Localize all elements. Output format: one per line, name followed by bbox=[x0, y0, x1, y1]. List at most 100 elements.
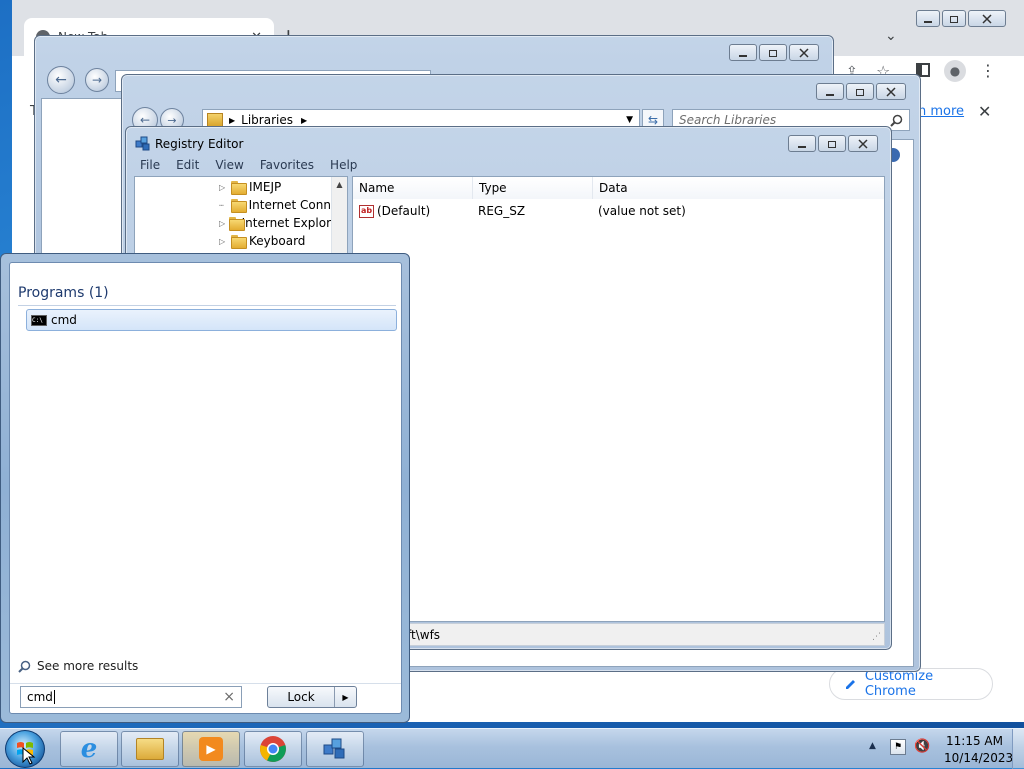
dismiss-banner-icon[interactable]: ✕ bbox=[978, 102, 991, 121]
search-icon bbox=[890, 114, 903, 127]
start-menu-results-pane: Programs (1) C:\ cmd See more results bbox=[9, 262, 402, 714]
expand-arrow-icon[interactable]: ▷ bbox=[219, 183, 227, 192]
explorer-minimize-button[interactable] bbox=[816, 83, 844, 100]
clock-time[interactable]: 11:15 AM bbox=[946, 734, 1003, 748]
breadcrumb-arrow-icon[interactable]: ▶ bbox=[301, 116, 307, 125]
explorer-restore-button[interactable] bbox=[846, 83, 874, 100]
learn-more-link[interactable]: n more bbox=[918, 104, 964, 119]
expand-arrow-icon[interactable]: ▷ bbox=[219, 237, 227, 246]
search-icon bbox=[18, 660, 31, 673]
registry-values-pane: Name Type Data ab (Default) REG_SZ (valu… bbox=[352, 176, 885, 622]
mouse-cursor-icon bbox=[22, 747, 36, 765]
close-icon bbox=[982, 13, 992, 24]
value-name: (Default) bbox=[377, 204, 431, 218]
command-prompt-icon: C:\ bbox=[31, 314, 47, 326]
explorer-back-back-button[interactable]: ← bbox=[47, 66, 75, 94]
registry-editor-title: Registry Editor bbox=[155, 137, 244, 151]
back-arrow-icon: ← bbox=[55, 72, 67, 88]
registry-editor-icon bbox=[135, 136, 150, 151]
folder-icon bbox=[231, 181, 247, 195]
close-icon bbox=[886, 86, 896, 97]
expand-arrow-icon[interactable]: ▷ bbox=[219, 219, 225, 228]
forward-arrow-icon: → bbox=[167, 113, 177, 127]
text-cursor bbox=[53, 690, 55, 704]
restore-icon bbox=[828, 140, 836, 148]
clear-search-button[interactable]: × bbox=[223, 689, 235, 705]
libraries-folder-icon bbox=[207, 113, 223, 127]
explorer-back-forward-button[interactable]: → bbox=[85, 68, 109, 92]
column-header-name[interactable]: Name bbox=[353, 177, 473, 199]
chrome-menu-icon[interactable]: ⋮ bbox=[980, 61, 996, 80]
search-placeholder: Search Libraries bbox=[679, 113, 777, 127]
close-icon bbox=[799, 47, 809, 58]
lock-button[interactable]: Lock ▶ bbox=[267, 686, 357, 708]
profile-avatar-icon[interactable]: ● bbox=[944, 60, 966, 82]
breadcrumb-arrow-icon[interactable]: ▶ bbox=[229, 116, 235, 125]
regedit-restore-button[interactable] bbox=[818, 135, 846, 152]
restore-icon bbox=[856, 88, 864, 96]
action-center-flag-icon[interactable]: ⚑ bbox=[890, 739, 906, 755]
see-more-results-label: See more results bbox=[37, 659, 139, 673]
start-search-value: cmd bbox=[27, 690, 53, 704]
menu-file[interactable]: File bbox=[132, 158, 168, 172]
taskbar-chrome[interactable] bbox=[244, 731, 302, 767]
regedit-caption-buttons bbox=[788, 135, 878, 152]
clock-date[interactable]: 10/14/2023 bbox=[944, 751, 1013, 765]
tab-search-chevron-icon[interactable]: ⌄ bbox=[885, 28, 897, 44]
breadcrumb-libraries[interactable]: Libraries bbox=[241, 113, 293, 127]
explorer-back-close-button[interactable] bbox=[789, 44, 819, 61]
chrome-minimize-button[interactable] bbox=[916, 10, 940, 27]
regedit-minimize-button[interactable] bbox=[788, 135, 816, 152]
menu-view[interactable]: View bbox=[207, 158, 251, 172]
tree-item-internet-explorer[interactable]: ▷ Internet Explor bbox=[219, 214, 331, 232]
tree-line-icon: ┄ bbox=[219, 200, 224, 210]
tree-item-label: Keyboard bbox=[249, 234, 306, 248]
chrome-close-button[interactable] bbox=[968, 10, 1006, 27]
explorer-back-restore-button[interactable] bbox=[759, 44, 787, 61]
column-header-label: Data bbox=[599, 181, 628, 195]
volume-muted-icon[interactable]: 🔇 bbox=[914, 739, 930, 754]
menu-favorites[interactable]: Favorites bbox=[252, 158, 322, 172]
address-dropdown-icon[interactable]: ▼ bbox=[626, 115, 633, 125]
minimize-icon bbox=[739, 54, 747, 57]
program-result-label: cmd bbox=[51, 313, 77, 327]
chrome-restore-button[interactable] bbox=[942, 10, 966, 27]
column-header-data[interactable]: Data bbox=[593, 177, 884, 199]
explorer-back-minimize-button[interactable] bbox=[729, 44, 757, 61]
folder-icon bbox=[231, 235, 247, 249]
customize-chrome-button[interactable]: Customize Chrome bbox=[829, 668, 993, 700]
tree-item-imejp[interactable]: ▷ IMEJP bbox=[219, 178, 281, 196]
table-row[interactable]: ab (Default) REG_SZ (value not set) bbox=[353, 201, 884, 221]
start-search-input[interactable]: cmd × bbox=[20, 686, 242, 708]
explorer-back-caption-buttons bbox=[729, 44, 819, 61]
taskbar-internet-explorer[interactable]: e bbox=[60, 731, 118, 767]
tree-item-label: Internet Explor bbox=[241, 216, 331, 230]
value-data: (value not set) bbox=[598, 204, 686, 218]
show-hidden-icons-arrow-icon[interactable]: ▲ bbox=[869, 741, 876, 751]
scroll-up-icon[interactable]: ▲ bbox=[332, 180, 347, 189]
column-header-type[interactable]: Type bbox=[473, 177, 593, 199]
show-desktop-button[interactable] bbox=[1012, 729, 1024, 769]
pencil-icon bbox=[846, 680, 855, 689]
restore-icon bbox=[769, 49, 777, 57]
registry-editor-icon bbox=[323, 738, 345, 759]
lock-button-label: Lock bbox=[287, 690, 315, 704]
refresh-icon: ⇆ bbox=[647, 113, 659, 127]
forward-arrow-icon: → bbox=[91, 73, 103, 87]
taskbar-media-player[interactable]: ▶ bbox=[182, 731, 240, 767]
lock-options-arrow-icon[interactable]: ▶ bbox=[334, 687, 356, 707]
see-more-results-link[interactable]: See more results bbox=[18, 659, 138, 673]
internet-explorer-icon: e bbox=[80, 734, 98, 764]
menu-help[interactable]: Help bbox=[322, 158, 365, 172]
explorer-close-button[interactable] bbox=[876, 83, 906, 100]
tree-item-internet-connection[interactable]: ┄ Internet Conn bbox=[219, 196, 331, 214]
taskbar-registry-editor[interactable] bbox=[306, 731, 364, 767]
resize-grip-icon[interactable]: ⋰ bbox=[872, 632, 881, 642]
folder-library-icon bbox=[136, 738, 164, 760]
menu-edit[interactable]: Edit bbox=[168, 158, 207, 172]
program-result-cmd[interactable]: C:\ cmd bbox=[26, 309, 397, 331]
folder-icon bbox=[229, 217, 247, 231]
taskbar-windows-explorer[interactable] bbox=[121, 731, 179, 767]
regedit-close-button[interactable] bbox=[848, 135, 878, 152]
tree-item-keyboard[interactable]: ▷ Keyboard bbox=[219, 232, 305, 250]
